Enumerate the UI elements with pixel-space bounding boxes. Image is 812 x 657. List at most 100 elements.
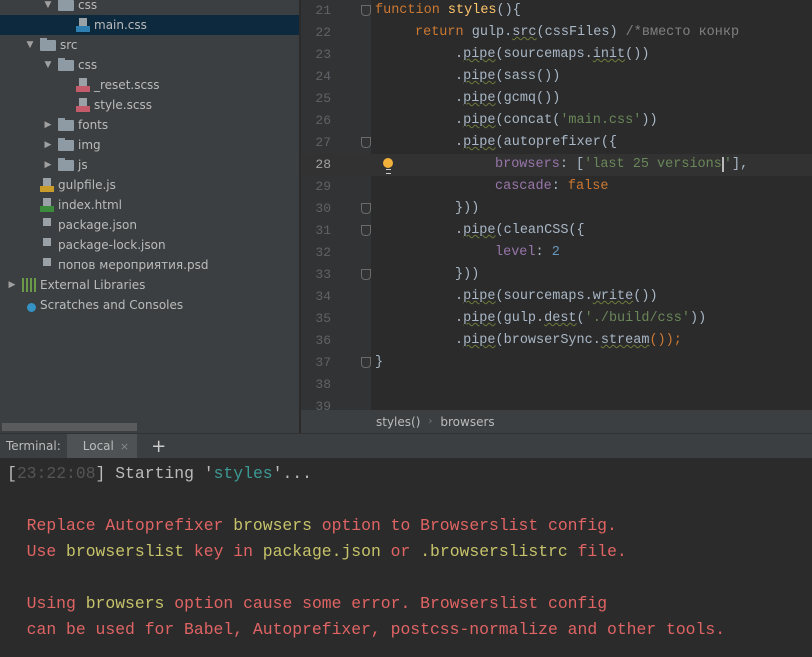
code-text: .pipe(sourcemaps.write()) bbox=[455, 286, 658, 308]
tree-item[interactable]: _reset.scss bbox=[0, 75, 299, 95]
line-number: 38 bbox=[315, 377, 331, 392]
code-line[interactable]: 26 .pipe(concat('main.css')) bbox=[301, 110, 812, 132]
code-line[interactable]: 36 .pipe(browserSync.stream()); bbox=[301, 330, 812, 352]
code-line[interactable]: 31 .pipe(cleanCSS({ bbox=[301, 220, 812, 242]
tree-item[interactable]: index.html bbox=[0, 195, 299, 215]
code-editor[interactable]: 21 function styles(){22 return gulp.src(cs… bbox=[301, 0, 812, 410]
code-line[interactable]: 23 .pipe(sourcemaps.init()) bbox=[301, 44, 812, 66]
code-line[interactable]: 33})) bbox=[301, 264, 812, 286]
code-text: .pipe(autoprefixer({ bbox=[455, 132, 617, 154]
sass-file-icon bbox=[76, 78, 90, 92]
code-text: .pipe(gulp.dest('./build/css')) bbox=[455, 308, 706, 330]
code-token: : [ bbox=[559, 157, 585, 172]
code-token: ()) bbox=[625, 47, 650, 62]
tree-item-label: js bbox=[78, 158, 88, 172]
tree-item[interactable]: ▶ fonts bbox=[0, 115, 299, 135]
breadcrumb-item-browsers[interactable]: browsers bbox=[440, 415, 494, 429]
terminal-token: can be used for Babel, Autoprefixer, pos… bbox=[7, 620, 726, 639]
code-token: pipe bbox=[463, 289, 496, 304]
tree-item[interactable]: package-lock.json bbox=[0, 235, 299, 255]
expanded-arrow-icon[interactable]: ▼ bbox=[24, 40, 36, 50]
code-line[interactable]: 25 .pipe(gcmq()) bbox=[301, 88, 812, 110]
fold-marker-icon[interactable] bbox=[361, 5, 371, 16]
code-line[interactable]: 22 return gulp.src(cssFiles) /*вместо кон… bbox=[301, 22, 812, 44]
tree-item[interactable]: style.scss bbox=[0, 95, 299, 115]
code-token: })) bbox=[455, 201, 480, 216]
code-token: function bbox=[375, 3, 448, 18]
code-text: function styles(){ bbox=[375, 0, 521, 22]
terminal-token: ] Starting ' bbox=[95, 464, 214, 483]
fold-marker-icon[interactable] bbox=[361, 225, 371, 236]
code-line[interactable]: 27 .pipe(autoprefixer({ bbox=[301, 132, 812, 154]
code-line[interactable]: 30})) bbox=[301, 198, 812, 220]
fold-marker-icon[interactable] bbox=[361, 357, 371, 368]
code-token: level bbox=[495, 245, 536, 260]
code-line[interactable]: 34 .pipe(sourcemaps.write()) bbox=[301, 286, 812, 308]
code-token: : bbox=[535, 245, 552, 260]
terminal-output[interactable]: [23:22:08] Starting 'styles'... Replace … bbox=[0, 458, 812, 657]
html-file-icon bbox=[40, 198, 54, 212]
code-line[interactable]: 35 .pipe(gulp.dest('./build/css')) bbox=[301, 308, 812, 330]
close-icon[interactable]: × bbox=[120, 440, 129, 453]
code-line[interactable]: 38 bbox=[301, 374, 812, 396]
tree-item[interactable]: попов мероприятия.psd bbox=[0, 255, 299, 275]
lightbulb-icon[interactable] bbox=[383, 158, 393, 174]
line-number: 29 bbox=[315, 179, 331, 194]
terminal-token: 23:22:08 bbox=[16, 464, 96, 483]
code-line[interactable]: 32 level: 2 bbox=[301, 242, 812, 264]
expanded-arrow-icon[interactable]: ▼ bbox=[42, 0, 54, 10]
code-token: (sourcemaps. bbox=[495, 289, 593, 304]
fold-marker-icon[interactable] bbox=[361, 203, 371, 214]
code-token: (autoprefixer({ bbox=[495, 135, 618, 150]
fold-marker-icon[interactable] bbox=[361, 137, 371, 148]
code-line[interactable]: 24 .pipe(sass()) bbox=[301, 66, 812, 88]
code-token: . bbox=[455, 311, 464, 326]
code-token: (sourcemaps. bbox=[495, 47, 593, 62]
tree-item[interactable]: ▶ External Libraries bbox=[0, 275, 299, 295]
collapsed-arrow-icon[interactable]: ▶ bbox=[42, 120, 54, 130]
code-token: })) bbox=[455, 267, 480, 282]
tree-item-label: img bbox=[78, 138, 101, 152]
tree-item[interactable]: main.css bbox=[0, 15, 299, 35]
code-token: pipe bbox=[463, 223, 496, 238]
code-text: } bbox=[375, 352, 383, 374]
code-token: ], bbox=[731, 157, 749, 172]
terminal-token: package.json bbox=[262, 542, 381, 561]
tree-item-label: External Libraries bbox=[40, 278, 146, 292]
breadcrumb-item-styles[interactable]: styles() bbox=[376, 415, 420, 429]
code-line[interactable]: 39 bbox=[301, 396, 812, 410]
tree-item[interactable]: ▶ img bbox=[0, 135, 299, 155]
fold-marker-icon[interactable] bbox=[361, 269, 371, 280]
tree-item-label: попов мероприятия.psd bbox=[58, 258, 209, 272]
collapsed-arrow-icon[interactable]: ▶ bbox=[42, 140, 54, 150]
tree-item[interactable]: ▶ js bbox=[0, 155, 299, 175]
json-file-icon bbox=[40, 218, 54, 232]
tree-item[interactable]: ▼ src bbox=[0, 35, 299, 55]
tree-item[interactable]: package.json bbox=[0, 215, 299, 235]
tab-local[interactable]: Local × bbox=[66, 433, 138, 459]
code-line[interactable]: 21 function styles(){ bbox=[301, 0, 812, 22]
code-token: (cleanCSS({ bbox=[495, 223, 585, 238]
terminal-token: .browserslistrc bbox=[420, 542, 568, 561]
tree-item[interactable]: Scratches and Consoles bbox=[0, 295, 299, 315]
folder-icon bbox=[40, 37, 56, 51]
terminal-token: browsers bbox=[85, 594, 165, 613]
code-token: . bbox=[455, 223, 464, 238]
tree-item[interactable]: gulpfile.js bbox=[0, 175, 299, 195]
horizontal-scrollbar[interactable] bbox=[2, 423, 137, 431]
tree-item[interactable]: ▼ css bbox=[0, 55, 299, 75]
code-line[interactable]: 29 cascade: false bbox=[301, 176, 812, 198]
line-number: 28 bbox=[315, 157, 331, 172]
expanded-arrow-icon[interactable]: ▼ bbox=[42, 60, 54, 70]
tree-item-label: package-lock.json bbox=[58, 238, 166, 252]
collapsed-arrow-icon[interactable]: ▶ bbox=[42, 160, 54, 170]
line-number: 21 bbox=[315, 3, 331, 18]
collapsed-arrow-icon[interactable]: ▶ bbox=[6, 280, 18, 290]
image-file-icon bbox=[40, 258, 54, 272]
code-token: /*вместо конкр bbox=[625, 25, 740, 40]
code-line[interactable]: 28 browsers: ['last 25 versions '], bbox=[301, 154, 812, 176]
tree-item[interactable]: ▼ css bbox=[0, 0, 299, 15]
code-line[interactable]: 37} bbox=[301, 352, 812, 374]
code-text: })) bbox=[455, 264, 479, 286]
new-terminal-button[interactable]: + bbox=[151, 436, 166, 457]
